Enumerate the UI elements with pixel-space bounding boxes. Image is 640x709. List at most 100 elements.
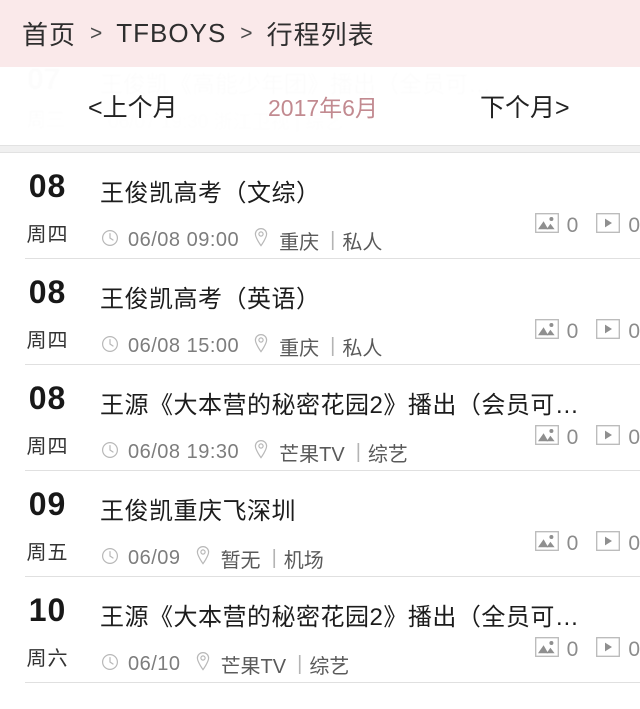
event-time: 06/08 19:30 bbox=[128, 441, 240, 463]
row-date-column: 08 周四 bbox=[0, 365, 95, 459]
photo-count-group[interactable]: 0 bbox=[534, 319, 579, 344]
row-date-column: 10 周六 bbox=[0, 577, 95, 671]
day-number: 10 bbox=[28, 592, 67, 628]
photo-count-group[interactable]: 0 bbox=[534, 425, 579, 450]
row-counters: 00 bbox=[517, 637, 640, 662]
meta-divider: | bbox=[330, 335, 336, 357]
row-counters: 00 bbox=[517, 531, 640, 556]
meta-divider: | bbox=[355, 441, 361, 463]
event-time: 06/09 bbox=[128, 547, 181, 569]
clock-icon bbox=[100, 440, 120, 466]
photo-icon bbox=[534, 213, 559, 238]
photo-count: 0 bbox=[566, 637, 579, 661]
row-counters: 00 bbox=[517, 213, 640, 238]
current-month-label: 2017年6月 bbox=[268, 95, 378, 121]
section-divider bbox=[0, 145, 640, 153]
event-title[interactable]: 王源《大本营的秘密花园2》播出（全员可… bbox=[100, 597, 640, 632]
event-time: 06/08 09:00 bbox=[128, 229, 240, 251]
event-category: 综艺 bbox=[367, 444, 408, 466]
event-location: 芒果TV bbox=[220, 656, 287, 678]
photo-icon bbox=[534, 425, 559, 450]
meta-divider: | bbox=[297, 653, 303, 675]
row-body: 王俊凯高考（文综） 06/08 09:00 重庆 | 私人 bbox=[100, 153, 640, 255]
row-body: 王源《大本营的秘密花园2》播出（全员可… 06/10 芒果TV | 综艺 bbox=[100, 577, 640, 679]
breadcrumb-item-schedule-list: 行程列表 bbox=[266, 20, 375, 50]
schedule-row[interactable]: 09 周五 王俊凯重庆飞深圳 06/09 暂无 | 机场 0 0 bbox=[0, 471, 640, 577]
photo-count: 0 bbox=[566, 319, 579, 343]
location-pin-icon bbox=[252, 439, 270, 466]
clock-icon bbox=[100, 546, 120, 572]
event-title[interactable]: 王源《大本营的秘密花园2》播出（会员可… bbox=[100, 385, 640, 420]
meta-divider: | bbox=[330, 229, 336, 251]
schedule-list: 08 周四 王俊凯高考（文综） 06/08 09:00 重庆 | 私人 0 0 08 周四 王俊凯高考… bbox=[0, 153, 640, 683]
video-count-group[interactable]: 0 bbox=[596, 531, 640, 556]
video-icon bbox=[596, 637, 621, 662]
video-count-group[interactable]: 0 bbox=[596, 319, 640, 344]
schedule-row[interactable]: 08 周四 王俊凯高考（文综） 06/08 09:00 重庆 | 私人 0 0 bbox=[0, 153, 640, 259]
breadcrumb-separator: > bbox=[240, 21, 253, 45]
month-navigation-zone: 07 周三 王俊凯《高能少年团》播出（全员可… 06/07 19:30 浙江卫视… bbox=[0, 67, 640, 145]
video-count: 0 bbox=[628, 213, 640, 237]
event-title[interactable]: 王俊凯高考（文综） bbox=[100, 173, 640, 208]
photo-count-group[interactable]: 0 bbox=[534, 637, 579, 662]
row-counters: 00 bbox=[517, 319, 640, 344]
row-date-column: 08 周四 bbox=[0, 259, 95, 353]
event-location: 重庆 bbox=[279, 338, 320, 360]
photo-icon bbox=[534, 319, 559, 344]
event-time: 06/10 bbox=[128, 653, 181, 675]
weekday-label: 周五 bbox=[26, 542, 69, 564]
clock-icon bbox=[100, 334, 120, 360]
event-title[interactable]: 王俊凯重庆飞深圳 bbox=[100, 491, 640, 526]
schedule-row[interactable]: 08 周四 王源《大本营的秘密花园2》播出（会员可… 06/08 19:30 芒果TV |… bbox=[0, 365, 640, 471]
video-count-group[interactable]: 0 bbox=[596, 425, 640, 450]
event-category: 私人 bbox=[342, 232, 383, 254]
day-number: 08 bbox=[28, 168, 67, 204]
video-count-group[interactable]: 0 bbox=[596, 213, 640, 238]
previous-month-button[interactable]: <上个月 bbox=[88, 88, 178, 124]
day-number: 08 bbox=[28, 274, 67, 310]
day-number: 08 bbox=[28, 380, 67, 416]
photo-count: 0 bbox=[566, 213, 579, 237]
location-pin-icon bbox=[194, 545, 212, 572]
photo-count: 0 bbox=[566, 531, 579, 555]
event-title[interactable]: 王俊凯高考（英语） bbox=[100, 279, 640, 314]
video-count: 0 bbox=[628, 637, 640, 661]
location-pin-icon bbox=[252, 227, 270, 254]
breadcrumb-item-home[interactable]: 首页 bbox=[22, 15, 76, 52]
photo-count-group[interactable]: 0 bbox=[534, 213, 579, 238]
event-time: 06/08 15:00 bbox=[128, 335, 240, 357]
schedule-row[interactable]: 08 周四 王俊凯高考（英语） 06/08 15:00 重庆 | 私人 0 0 bbox=[0, 259, 640, 365]
row-date-column: 08 周四 bbox=[0, 153, 95, 247]
row-date-column: 09 周五 bbox=[0, 471, 95, 565]
video-icon bbox=[596, 213, 621, 238]
video-count: 0 bbox=[628, 319, 640, 343]
photo-count-group[interactable]: 0 bbox=[534, 531, 579, 556]
breadcrumb-separator: > bbox=[90, 21, 103, 45]
row-body: 王俊凯重庆飞深圳 06/09 暂无 | 机场 bbox=[100, 471, 640, 573]
month-navigation-bar: <上个月 2017年6月 下个月> bbox=[0, 67, 640, 145]
video-icon bbox=[596, 531, 621, 556]
weekday-label: 周四 bbox=[26, 330, 69, 352]
event-location: 芒果TV bbox=[279, 444, 345, 466]
weekday-label: 周四 bbox=[26, 436, 69, 458]
video-count: 0 bbox=[628, 531, 640, 555]
next-month-button[interactable]: 下个月> bbox=[480, 88, 570, 124]
clock-icon bbox=[100, 652, 120, 678]
event-location: 暂无 bbox=[220, 550, 261, 572]
schedule-row[interactable]: 10 周六 王源《大本营的秘密花园2》播出（全员可… 06/10 芒果TV | 综艺 0 0 bbox=[0, 577, 640, 683]
meta-divider: | bbox=[271, 547, 277, 569]
video-count-group[interactable]: 0 bbox=[596, 637, 640, 662]
weekday-label: 周四 bbox=[26, 224, 69, 246]
photo-icon bbox=[534, 637, 559, 662]
event-category: 机场 bbox=[283, 550, 324, 572]
location-pin-icon bbox=[252, 333, 270, 360]
weekday-label: 周六 bbox=[26, 648, 69, 670]
photo-icon bbox=[534, 531, 559, 556]
breadcrumb: 首页 > TFBOYS > 行程列表 bbox=[0, 0, 640, 67]
photo-count: 0 bbox=[566, 425, 579, 449]
video-icon bbox=[596, 319, 621, 344]
breadcrumb-item-tfboys[interactable]: TFBOYS bbox=[116, 18, 226, 49]
event-category: 私人 bbox=[342, 338, 383, 360]
video-icon bbox=[596, 425, 621, 450]
event-category: 综艺 bbox=[309, 656, 350, 678]
